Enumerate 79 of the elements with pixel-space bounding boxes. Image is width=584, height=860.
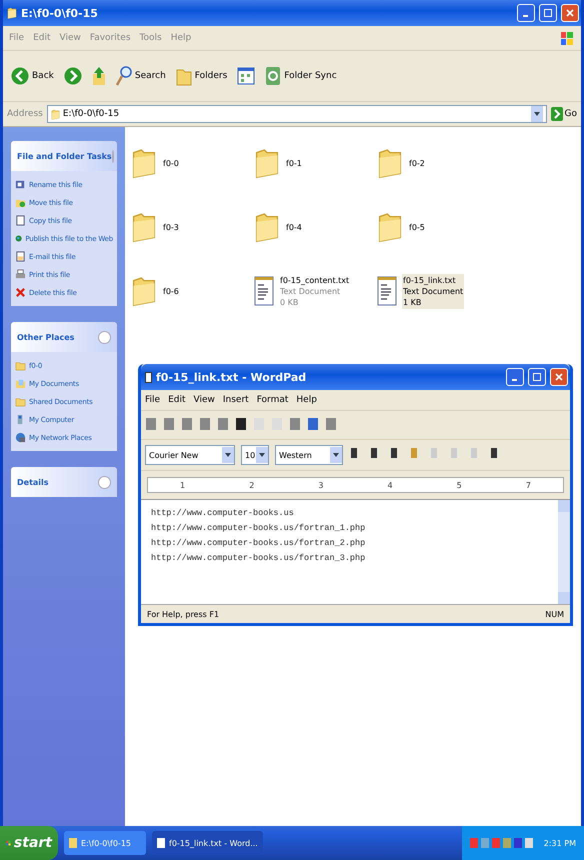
rename-icon	[15, 179, 26, 190]
documents-folder-icon	[15, 378, 26, 389]
text-document-icon	[377, 276, 397, 306]
script-dropdown[interactable]: Western	[275, 445, 343, 465]
folder-icon	[50, 108, 60, 120]
panel-header[interactable]: Other Places	[11, 322, 117, 352]
panel-header[interactable]: File and Folder Tasks	[11, 141, 117, 171]
panel-header[interactable]: Details	[11, 467, 117, 497]
menu-item[interactable]: Help	[296, 395, 317, 405]
close-button[interactable]	[561, 4, 579, 22]
go-arrow-icon	[550, 107, 563, 121]
file-label[interactable]: f0-0	[162, 156, 180, 170]
search-icon	[116, 66, 132, 86]
document-icon	[157, 838, 165, 848]
menu-item[interactable]: Edit	[168, 395, 186, 405]
move-icon	[15, 197, 26, 208]
menu-item[interactable]: File	[145, 395, 160, 405]
dropdown-arrow-icon	[333, 453, 339, 457]
dropdown-button[interactable]	[530, 106, 543, 122]
dropdown-arrow-icon	[534, 112, 540, 116]
document-text: http://www.computer-books.us http://www.computer-books.us/fortran_1.php http://www.computer-books.us/fortran_2.php http://www.computer-books.us/fortran_3.php	[150, 507, 366, 565]
maximize-icon	[533, 373, 541, 381]
globe-icon	[15, 233, 22, 244]
close-icon	[555, 373, 563, 381]
maximize-icon	[544, 9, 552, 17]
maximize-button[interactable]	[528, 368, 546, 386]
menu-item[interactable]: Format	[256, 395, 288, 405]
folders-button[interactable]: Folders	[174, 64, 230, 88]
windows-flag-icon	[559, 30, 575, 46]
folder-icon	[69, 838, 77, 848]
window-title: f0-15_link.txt - WordPad	[156, 370, 308, 384]
file-label[interactable]: f0-6	[162, 284, 180, 298]
minimize-button[interactable]	[517, 4, 535, 22]
status-text: For Help, press F1	[147, 610, 220, 618]
sync-icon	[265, 66, 282, 86]
up-folder-icon	[92, 66, 106, 86]
delete-icon	[15, 287, 26, 298]
menu-item[interactable]: Insert	[222, 395, 249, 405]
folder-icon	[15, 360, 26, 371]
taskbar-button[interactable]: E:\f0-0\f0-15	[64, 831, 146, 855]
font-dropdown[interactable]: Courier New	[145, 445, 235, 465]
dropdown-arrow-icon	[259, 453, 265, 457]
start-button[interactable]: start	[0, 826, 58, 860]
sync-button[interactable]: Folder Sync	[263, 64, 339, 88]
go-button[interactable]: Go	[550, 107, 577, 121]
file-label[interactable]: f0-15_link.txt Text Document 1 KB	[402, 274, 464, 308]
ruler: 1 2 3 4 5 7	[147, 477, 564, 493]
clock: 2:31 PM	[544, 838, 576, 848]
window-title: E:\f0-0\f0-15	[21, 6, 99, 20]
views-icon	[237, 67, 256, 85]
file-label[interactable]: f0-4	[285, 220, 303, 234]
menu-item[interactable]: View	[194, 395, 215, 405]
file-label[interactable]: f0-2	[408, 156, 426, 170]
scrollbar[interactable]	[558, 500, 570, 604]
file-label[interactable]: f0-1	[285, 156, 303, 170]
address-label: Address	[7, 109, 43, 119]
close-button[interactable]	[550, 368, 568, 386]
file-label[interactable]: f0-15_content.txt Text Document 0 KB	[279, 274, 350, 308]
address-field[interactable]: E:\f0-0\f0-15	[46, 105, 547, 123]
folder-icon	[7, 7, 17, 19]
num-lock-indicator: NUM	[545, 610, 564, 618]
maximize-button[interactable]	[539, 4, 557, 22]
back-button[interactable]: Back	[9, 65, 56, 87]
taskbar-button[interactable]: f0-15_link.txt - Word...	[152, 831, 263, 855]
mail-icon	[15, 251, 26, 262]
dropdown-arrow-icon	[225, 453, 231, 457]
close-icon	[566, 9, 574, 17]
size-dropdown[interactable]: 10	[241, 445, 269, 465]
search-button[interactable]: Search	[114, 64, 168, 88]
minimize-button[interactable]	[506, 368, 524, 386]
text-document-icon	[254, 276, 274, 306]
printer-icon	[15, 269, 26, 280]
folder-icon	[15, 396, 26, 407]
file-label[interactable]: f0-3	[162, 220, 180, 234]
file-label[interactable]: f0-5	[408, 220, 426, 234]
network-icon	[15, 432, 26, 443]
forward-button[interactable]	[62, 65, 84, 87]
document-icon	[145, 372, 152, 382]
views-button[interactable]	[235, 65, 258, 87]
